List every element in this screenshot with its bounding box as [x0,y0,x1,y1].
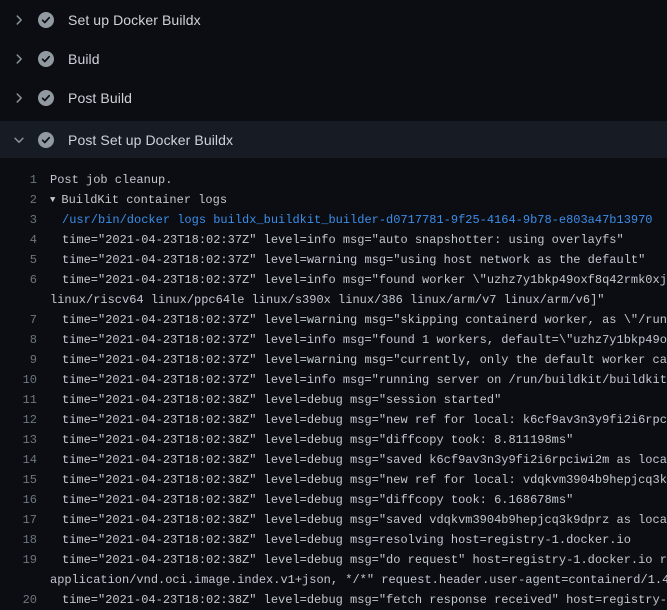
log-line-text: time="2021-04-23T18:02:37Z" level=info m… [62,270,667,290]
log-line-text: /usr/bin/docker logs buildx_buildkit_bui… [62,210,653,230]
log-area: 1 Post job cleanup. 2 ▼BuildKit containe… [0,158,667,610]
actions-log-viewer: Set up Docker Buildx Build Post Build [0,0,667,600]
log-line-number[interactable]: 19 [0,550,37,570]
log-line: 17 time="2021-04-23T18:02:38Z" level=deb… [0,510,667,530]
log-line: 20 time="2021-04-23T18:02:38Z" level=deb… [0,590,667,610]
log-line: 5 time="2021-04-23T18:02:37Z" level=warn… [0,250,667,270]
step-label: Set up Docker Buildx [68,12,201,28]
log-line: 9 time="2021-04-23T18:02:37Z" level=warn… [0,350,667,370]
log-line-text: time="2021-04-23T18:02:38Z" level=debug … [62,390,501,410]
step-row[interactable]: Set up Docker Buildx [0,0,667,39]
log-line-text: time="2021-04-23T18:02:37Z" level=warnin… [62,250,645,270]
step-list: Set up Docker Buildx Build Post Build [0,0,667,158]
log-line-text: time="2021-04-23T18:02:38Z" level=debug … [62,510,667,530]
log-line-text: linux/riscv64 linux/ppc64le linux/s390x … [50,290,605,310]
chevron-right-icon [11,12,27,28]
log-line-text: time="2021-04-23T18:02:38Z" level=debug … [62,430,573,450]
check-circle-icon [38,90,54,106]
log-line-text: time="2021-04-23T18:02:38Z" level=debug … [62,590,667,610]
log-line-text: Post job cleanup. [50,170,172,190]
log-line: 13 time="2021-04-23T18:02:38Z" level=deb… [0,430,667,450]
log-line-text: time="2021-04-23T18:02:38Z" level=debug … [62,470,667,490]
chevron-right-icon [11,90,27,106]
log-line-number[interactable]: 16 [0,490,37,510]
log-line-number[interactable]: 1 [0,170,37,190]
log-line-number[interactable]: 3 [0,210,37,230]
log-line: 19 time="2021-04-23T18:02:38Z" level=deb… [0,550,667,570]
log-line: 11 time="2021-04-23T18:02:38Z" level=deb… [0,390,667,410]
log-line: 7 time="2021-04-23T18:02:37Z" level=warn… [0,310,667,330]
log-line-number[interactable]: 10 [0,370,37,390]
chevron-down-icon [11,132,27,148]
log-line: 8 time="2021-04-23T18:02:37Z" level=info… [0,330,667,350]
log-line-number[interactable]: 15 [0,470,37,490]
step-label: Post Set up Docker Buildx [68,132,233,148]
log-line-number[interactable] [0,570,37,590]
check-circle-icon [38,51,54,67]
log-line: 3 /usr/bin/docker logs buildx_buildkit_b… [0,210,667,230]
log-line: linux/riscv64 linux/ppc64le linux/s390x … [0,290,667,310]
log-line: 1 Post job cleanup. [0,170,667,190]
log-line-text: time="2021-04-23T18:02:38Z" level=debug … [62,410,667,430]
log-line-text: time="2021-04-23T18:02:38Z" level=debug … [62,490,573,510]
log-line: 15 time="2021-04-23T18:02:38Z" level=deb… [0,470,667,490]
log-line-number[interactable]: 9 [0,350,37,370]
step-row[interactable]: Build [0,39,667,78]
log-line-number[interactable]: 11 [0,390,37,410]
log-line-text: time="2021-04-23T18:02:37Z" level=info m… [62,370,667,390]
collapse-triangle-icon: ▼ [50,190,55,210]
check-circle-icon [38,132,54,148]
log-line-number[interactable]: 2 [0,190,37,210]
log-line-number[interactable]: 7 [0,310,37,330]
step-row[interactable]: Post Build [0,78,667,117]
log-line-number[interactable]: 8 [0,330,37,350]
log-line-number[interactable]: 12 [0,410,37,430]
log-line: 2 ▼BuildKit container logs [0,190,667,210]
log-line: 18 time="2021-04-23T18:02:38Z" level=deb… [0,530,667,550]
log-line: 4 time="2021-04-23T18:02:37Z" level=info… [0,230,667,250]
log-line-text: time="2021-04-23T18:02:37Z" level=warnin… [62,350,667,370]
log-line-text: time="2021-04-23T18:02:38Z" level=debug … [62,550,667,570]
log-line-text: time="2021-04-23T18:02:37Z" level=warnin… [62,310,667,330]
log-line: 10 time="2021-04-23T18:02:37Z" level=inf… [0,370,667,390]
step-row[interactable]: Post Set up Docker Buildx [0,121,667,158]
log-line-number[interactable]: 6 [0,270,37,290]
log-line-text: time="2021-04-23T18:02:37Z" level=info m… [62,330,667,350]
log-line-number[interactable]: 17 [0,510,37,530]
step-label: Post Build [68,90,132,106]
log-line: 16 time="2021-04-23T18:02:38Z" level=deb… [0,490,667,510]
log-line-number[interactable]: 14 [0,450,37,470]
log-line-text: time="2021-04-23T18:02:37Z" level=info m… [62,230,624,250]
log-line-number[interactable]: 18 [0,530,37,550]
step-label: Build [68,51,100,67]
log-line-number[interactable] [0,290,37,310]
chevron-right-icon [11,51,27,67]
log-line: 12 time="2021-04-23T18:02:38Z" level=deb… [0,410,667,430]
log-line-text: application/vnd.oci.image.index.v1+json,… [50,570,667,590]
log-line-number[interactable]: 5 [0,250,37,270]
log-line-number[interactable]: 4 [0,230,37,250]
log-line-number[interactable]: 13 [0,430,37,450]
log-line: 6 time="2021-04-23T18:02:37Z" level=info… [0,270,667,290]
log-line-number[interactable]: 20 [0,590,37,610]
check-circle-icon [38,12,54,28]
log-line-text: time="2021-04-23T18:02:38Z" level=debug … [62,450,667,470]
log-group-toggle[interactable]: ▼BuildKit container logs [50,190,227,210]
log-line: application/vnd.oci.image.index.v1+json,… [0,570,667,590]
log-line: 14 time="2021-04-23T18:02:38Z" level=deb… [0,450,667,470]
log-line-text: time="2021-04-23T18:02:38Z" level=debug … [62,530,631,550]
